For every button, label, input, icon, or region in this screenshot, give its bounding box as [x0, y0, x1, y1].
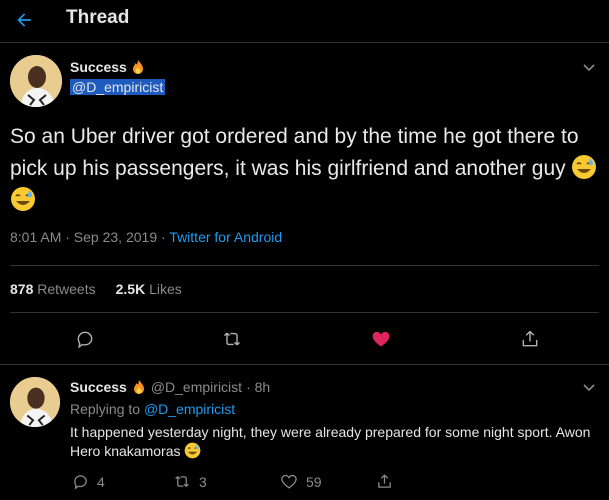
avatar-image [10, 377, 60, 427]
reply-share-button[interactable] [376, 473, 393, 490]
sweat-smile-emoji-icon [11, 187, 35, 211]
back-button[interactable] [11, 7, 37, 33]
retweet-label: Retweets [37, 281, 96, 297]
divider [10, 265, 599, 266]
divider [10, 312, 599, 313]
reply-count: 4 [97, 473, 105, 490]
tweet-timestamp[interactable]: 8:01 AM · Sep 23, 2019 · [10, 229, 169, 245]
author-name[interactable]: Success [70, 59, 127, 75]
reply-actions: 4 3 59 [70, 473, 590, 493]
replying-prefix: Replying to [70, 401, 141, 417]
reply-tweet[interactable]: Success @D_empiricist · 8h Replying to @… [0, 366, 609, 500]
sweat-smile-emoji-icon [572, 155, 597, 179]
reply-text: It happened yesterday night, they were a… [70, 423, 600, 461]
reply-retweet-button[interactable]: 3 [173, 473, 207, 490]
flame-icon [133, 380, 144, 394]
heart-icon [372, 331, 390, 347]
avatar[interactable] [10, 377, 60, 427]
avatar[interactable] [10, 55, 62, 107]
like-label: Likes [149, 281, 182, 297]
page-title: Thread [66, 7, 130, 28]
retweet-stat[interactable]: 878 Retweets [10, 281, 96, 297]
like-count: 59 [306, 473, 322, 490]
retweet-icon [175, 476, 189, 487]
chevron-down-icon[interactable] [581, 379, 597, 395]
retweet-count: 878 [10, 281, 34, 297]
tweet-text: So an Uber driver got ordered and by the… [10, 121, 602, 217]
like-stat[interactable]: 2.5K Likes [116, 281, 182, 297]
retweet-icon [223, 332, 241, 346]
like-button[interactable] [369, 327, 393, 351]
author-handle[interactable]: @D_empiricist [70, 79, 166, 95]
reply-time[interactable]: · 8h [246, 379, 270, 395]
author-name-row[interactable]: Success [70, 59, 146, 75]
avatar-image [10, 55, 62, 107]
tweet-source[interactable]: Twitter for Android [169, 229, 282, 245]
share-button[interactable] [518, 327, 542, 351]
reply-icon [77, 331, 93, 349]
chevron-down-icon[interactable] [581, 59, 597, 75]
reply-author-handle[interactable]: @D_empiricist [151, 379, 242, 395]
tweet-actions [0, 327, 609, 355]
reply-text-content: It happened yesterday night, they were a… [70, 424, 591, 459]
main-tweet: Success @D_empiricist So an Uber driver … [0, 43, 609, 365]
reply-author-row: Success @D_empiricist · 8h [70, 379, 270, 395]
reply-button[interactable] [73, 327, 97, 351]
heart-icon [281, 474, 297, 489]
back-arrow-icon [17, 13, 31, 27]
flame-icon [132, 60, 143, 74]
tweet-meta: 8:01 AM · Sep 23, 2019 · Twitter for And… [10, 229, 282, 245]
tweet-stats: 878 Retweets 2.5K Likes [10, 281, 182, 297]
sweat-smile-emoji-icon [185, 442, 201, 459]
replying-to-handle[interactable]: @D_empiricist [144, 401, 235, 417]
reply-like-button[interactable]: 59 [280, 473, 322, 490]
retweet-count: 3 [199, 473, 207, 490]
reply-author-name[interactable]: Success [70, 379, 127, 395]
share-icon [522, 330, 538, 347]
retweet-button[interactable] [220, 327, 244, 351]
tweet-text-content: So an Uber driver got ordered and by the… [10, 125, 579, 180]
like-count: 2.5K [115, 281, 146, 297]
reply-reply-button[interactable]: 4 [72, 473, 105, 490]
thread-header: Thread [0, 0, 609, 43]
replying-to: Replying to @D_empiricist [70, 401, 235, 417]
reply-icon [74, 475, 87, 490]
share-icon [378, 474, 391, 488]
